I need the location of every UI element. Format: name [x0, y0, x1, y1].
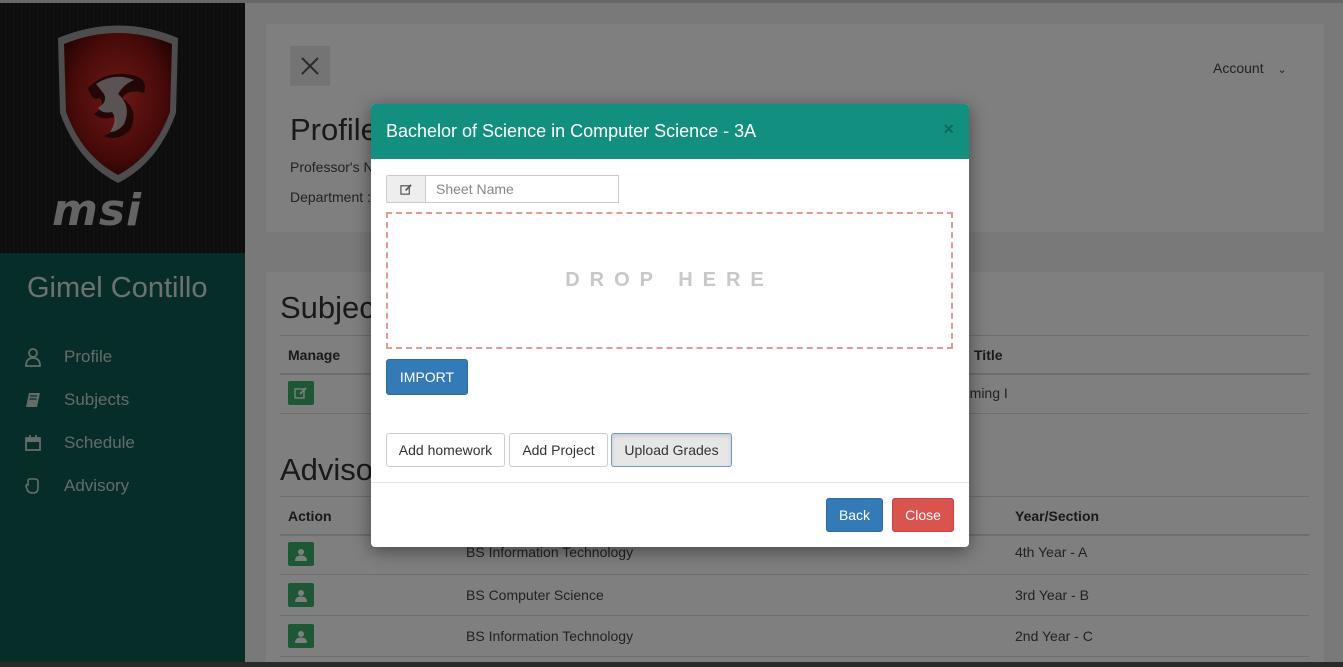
modal-header: Bachelor of Science in Computer Science … [371, 104, 969, 159]
sheet-name-group [386, 175, 619, 203]
back-button[interactable]: Back [826, 498, 883, 532]
modal-footer-divider [371, 482, 969, 483]
add-project-button[interactable]: Add Project [509, 433, 608, 467]
file-drop-zone[interactable]: DROP HERE [386, 212, 953, 349]
import-button[interactable]: IMPORT [386, 359, 468, 395]
upload-grades-modal: Bachelor of Science in Computer Science … [371, 104, 969, 547]
close-button[interactable]: Close [892, 498, 954, 532]
modal-close-icon[interactable]: × [943, 119, 954, 140]
taskbar-edge [0, 662, 1343, 667]
edit-icon [386, 175, 425, 203]
drop-zone-label: DROP HERE [565, 269, 774, 291]
sheet-name-input[interactable] [425, 175, 619, 203]
modal-title: Bachelor of Science in Computer Science … [386, 121, 757, 141]
upload-grades-button[interactable]: Upload Grades [611, 433, 732, 467]
add-homework-button[interactable]: Add homework [386, 433, 505, 467]
